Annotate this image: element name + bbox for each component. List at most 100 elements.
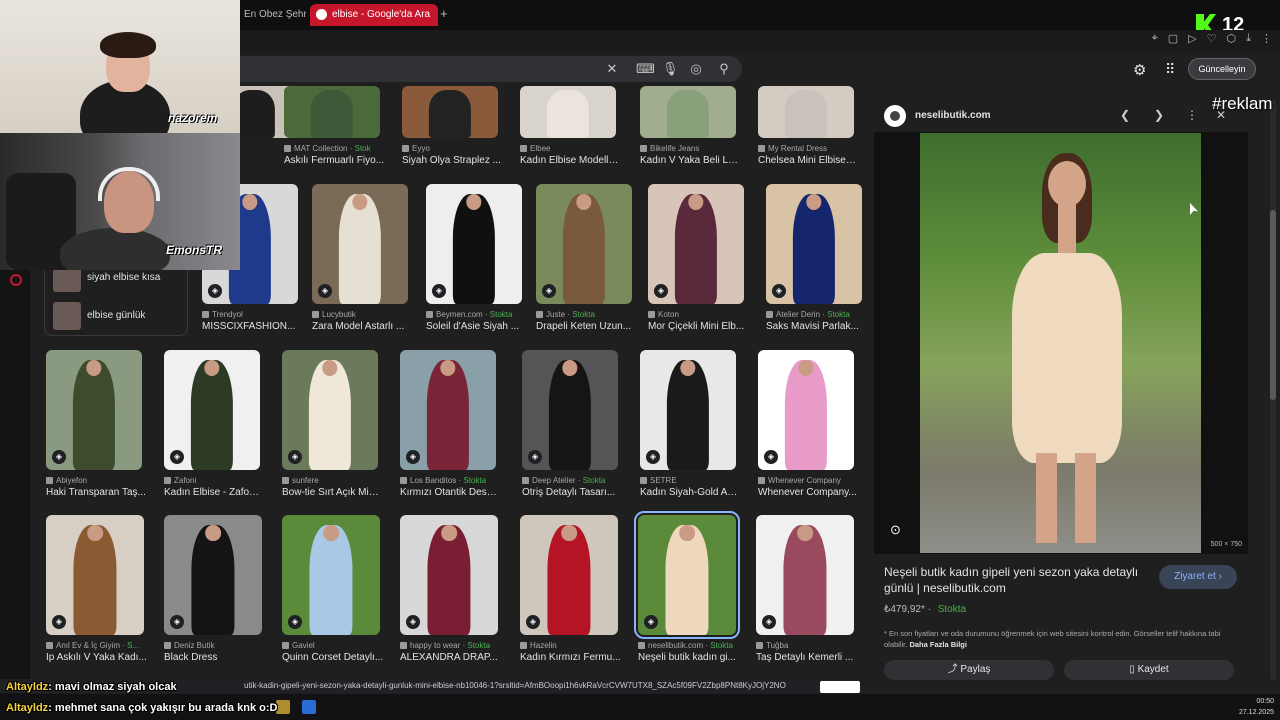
result-title[interactable]: Kadın V Yaka Beli La... [640,155,740,166]
share-button[interactable]: ⤴ Paylaş [884,660,1054,680]
result-thumbnail[interactable]: ◈ [756,515,854,635]
result-thumbnail[interactable]: ◈ [400,515,498,635]
result-thumbnail[interactable]: ◈ [46,350,142,470]
lens-icon[interactable]: ◎ [688,61,704,77]
result-thumbnail[interactable] [520,86,616,138]
microphone-icon[interactable]: 🎙 [662,61,679,77]
page-scrollbar[interactable] [1270,100,1276,680]
image-result-card[interactable]: ◈ sunfere Bow-tie Sırt Açık Min... [282,350,382,506]
result-thumbnail[interactable]: ◈ [164,515,262,635]
lens-search-icon[interactable]: ⊙ [890,522,901,538]
result-title[interactable]: Zara Model Astarlı ... [312,321,412,332]
result-thumbnail[interactable]: ◈ [164,350,260,470]
keyboard-icon[interactable]: ⌨ [636,61,655,77]
result-thumbnail[interactable]: ◈ [766,184,862,304]
result-thumbnail[interactable]: ◈ [282,350,378,470]
result-title[interactable]: Otriş Detaylı Tasarı... [522,487,622,498]
image-result-card[interactable]: My Rental Dress Chelsea Mini Elbise -... [758,86,858,174]
tab-obez[interactable]: En Obez Şehrin [236,4,306,26]
result-thumbnail[interactable]: ◈ [312,184,408,304]
result-thumbnail[interactable]: ◈ [640,350,736,470]
preview-title[interactable]: Neşeli butik kadın gipeli yeni sezon yak… [884,564,1154,596]
taskbar-app-icon[interactable] [276,700,290,714]
image-result-card[interactable]: ◈ Anıl Ev & İç Giyim · S... İp Askılı V Ya… [46,515,147,671]
result-title[interactable]: Mor Çiçekli Mini Elb... [648,321,748,332]
heart-icon[interactable]: ♡ [1207,32,1217,45]
image-result-card[interactable]: ◈ neselibutik.com · Stokta Neşeli butik ka… [634,511,740,671]
clear-icon[interactable]: ✕ [604,61,620,77]
result-thumbnail[interactable]: ◈ [282,515,380,635]
taskbar-app-icon[interactable] [302,700,316,714]
image-result-card[interactable]: ◈ Beymen.com · Stokta Soleil d'Asie Siyah … [426,184,522,340]
result-thumbnail[interactable]: ◈ [648,184,744,304]
result-thumbnail[interactable]: ◈ [426,184,522,304]
result-title[interactable]: Neşeli butik kadın gi... [638,652,740,663]
result-thumbnail[interactable] [284,86,380,138]
result-title[interactable]: Soleil d'Asie Siyah ... [426,321,526,332]
result-title[interactable]: Kırmızı Otantik Desen... [400,487,500,498]
chevron-left-icon[interactable]: ❮ [1120,108,1130,122]
result-title[interactable]: Bow-tie Sırt Açık Min... [282,487,382,498]
result-title[interactable]: Askılı Fermuarlı Fiyo... [284,155,384,166]
result-title[interactable]: Taş Detaylı Kemerli ... [756,652,858,663]
image-result-card[interactable]: ◈ Deniz Butik Black Dress [164,515,262,671]
gear-icon[interactable]: ⚙ [1133,61,1146,79]
image-result-card[interactable]: ◈ Juste · Stokta Drapeli Keten Uzun... [536,184,632,340]
result-title[interactable]: Haki Transparan Taş... [46,487,146,498]
result-title[interactable]: Quinn Corset Detaylı... [282,652,384,663]
result-thumbnail[interactable] [640,86,736,138]
image-result-card[interactable]: ◈ happy to wear · Stokta ALEXANDRA DRAP... [400,515,498,671]
play-icon[interactable]: ▷ [1188,32,1196,45]
preview-site-name[interactable]: neselibutik.com [915,110,991,121]
apps-grid-icon[interactable]: ⠿ [1165,61,1175,78]
image-result-card[interactable]: Eyyo Siyah Olya Straplez ... [402,86,501,174]
chevron-right-icon[interactable]: ❯ [1154,108,1164,122]
image-result-card[interactable]: ◈ Gaviel Quinn Corset Detaylı... [282,515,383,671]
image-result-card[interactable]: ◈ Abiyefon Haki Transparan Taş... [46,350,146,506]
result-title[interactable]: İp Askılı V Yaka Kadı... [46,652,148,663]
image-result-card[interactable]: ◈ Koton Mor Çiçekli Mini Elb... [648,184,744,340]
result-title[interactable]: Drapeli Keten Uzun... [536,321,636,332]
image-result-card[interactable]: ◈ Lucybutik Zara Model Astarlı ... [312,184,408,340]
visit-button[interactable]: Ziyaret et › [1159,565,1237,589]
result-thumbnail[interactable]: ◈ [536,184,632,304]
image-result-card[interactable]: ◈ Tuğba Taş Detaylı Kemerli ... [756,515,854,671]
result-thumbnail[interactable]: ◈ [520,515,618,635]
more-info-link[interactable]: Daha Fazla Bilgi [909,640,967,649]
result-title[interactable]: Chelsea Mini Elbise -... [758,155,858,166]
result-title[interactable]: Kadın Kırmızı Fermu... [520,652,622,663]
result-title[interactable]: Whenever Company... [758,487,858,498]
result-thumbnail[interactable]: ◈ [46,515,144,635]
image-result-card[interactable]: Bikelife Jeans Kadın V Yaka Beli La... [640,86,740,174]
image-result-card[interactable]: ◈ Los Banditos · Stokta Kırmızı Otantik De… [400,350,500,506]
image-result-card[interactable]: ◈ Whenever Company Whenever Company... [758,350,857,506]
result-thumbnail[interactable] [758,86,854,138]
related-search-item[interactable]: elbise günlük [49,301,185,331]
screenshot-icon[interactable]: ▢ [1168,32,1178,45]
new-tab-button[interactable]: + [440,6,448,21]
image-result-card[interactable]: Elbee Kadın Elbise Modelle... [520,86,620,174]
result-thumbnail[interactable]: ◈ [634,511,740,639]
image-result-card[interactable]: ◈ Hazelin Kadın Kırmızı Fermu... [520,515,621,671]
result-title[interactable]: Kadın Elbise Modelle... [520,155,620,166]
download-icon[interactable]: ⤓ [1246,32,1251,45]
result-title[interactable]: MİSSCİXFASHİON... [202,321,302,332]
menu-icon[interactable]: ⋮ [1261,32,1272,45]
result-thumbnail[interactable] [402,86,498,138]
result-title[interactable]: Kadın Siyah-Gold As... [640,487,740,498]
result-title[interactable]: Black Dress [164,652,266,663]
more-icon[interactable]: ⋮ [1186,108,1198,122]
result-thumbnail[interactable]: ◈ [522,350,618,470]
account-update-button[interactable]: Güncelleyin [1188,58,1256,80]
image-result-card[interactable]: ◈ Atelier Derin · Stokta Saks Mavisi Parla… [766,184,862,340]
image-result-card[interactable]: ◈ Zafoni Kadın Elbise - Zafoni... [164,350,264,506]
result-title[interactable]: Saks Mavisi Parlak... [766,321,866,332]
scrollbar-thumb[interactable] [1270,210,1276,400]
image-result-card[interactable]: ◈ SETRE Kadın Siyah-Gold As... [640,350,740,506]
result-thumbnail[interactable]: ◈ [400,350,496,470]
pin-icon[interactable]: ⌖ [1152,32,1158,45]
search-input[interactable]: ✕ ⌨ 🎙 ◎ ⚲ [236,56,742,82]
image-result-card[interactable]: MAT Collection · Stok Askılı Fermuarlı Fi… [284,86,384,174]
result-title[interactable]: Kadın Elbise - Zafoni... [164,487,264,498]
result-thumbnail[interactable]: ◈ [758,350,854,470]
